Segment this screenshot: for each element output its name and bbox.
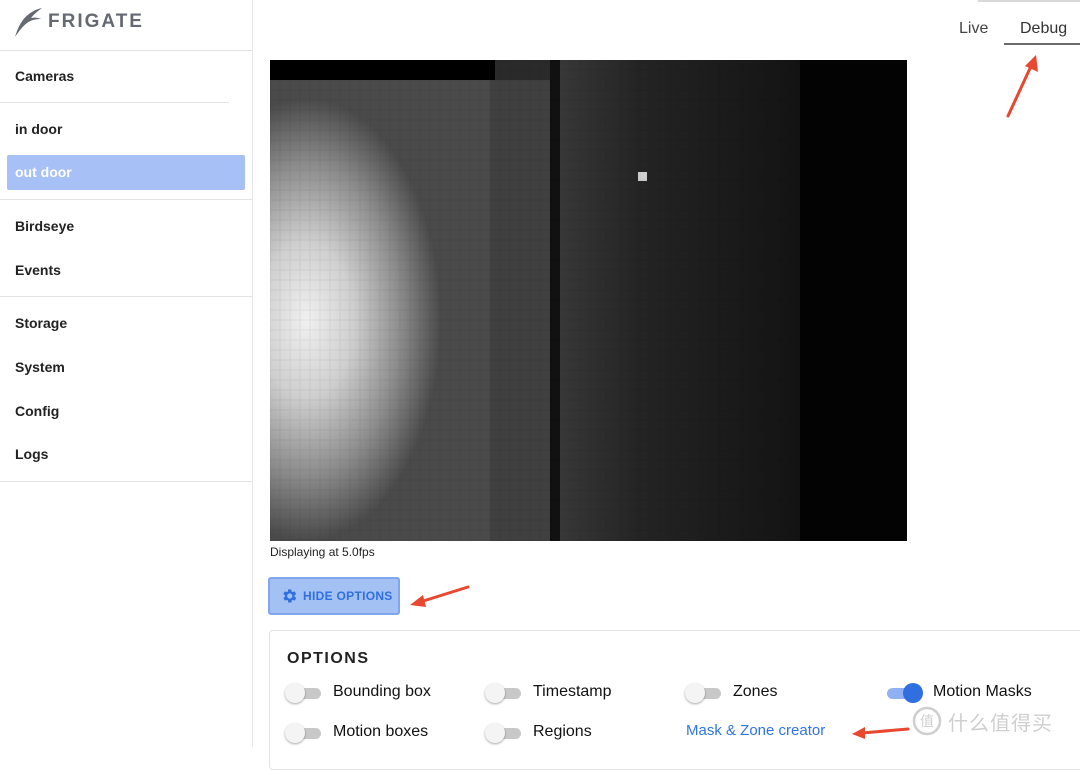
- annotation-arrow-icon: [410, 585, 470, 607]
- svg-text:值: 值: [920, 714, 934, 730]
- watermark-text: 什么值得买: [948, 712, 1053, 735]
- divider: [0, 481, 253, 482]
- toggle-motion-boxes[interactable]: Motion boxes: [285, 721, 428, 743]
- toggle-zones[interactable]: Zones: [685, 681, 777, 703]
- camera-debug-feed: [270, 60, 907, 541]
- divider: [0, 102, 229, 103]
- switch[interactable]: [485, 683, 521, 703]
- fps-readout: Displaying at 5.0fps: [270, 545, 375, 559]
- sidebar-item-system[interactable]: System: [0, 352, 253, 382]
- gear-icon: [283, 589, 297, 603]
- sidebar-item-in-door[interactable]: in door: [0, 114, 253, 144]
- sidebar-item-storage[interactable]: Storage: [0, 308, 253, 338]
- hide-options-label: HIDE OPTIONS: [303, 589, 393, 603]
- toggle-motion-masks[interactable]: Motion Masks: [885, 681, 1032, 703]
- switch[interactable]: [485, 723, 521, 743]
- toggle-regions[interactable]: Regions: [485, 721, 592, 743]
- tab-live[interactable]: Live: [959, 20, 988, 44]
- toggle-timestamp[interactable]: Timestamp: [485, 681, 612, 703]
- divider: [0, 50, 253, 51]
- sidebar: FRIGATE Cameras in door out door Birdsey…: [0, 0, 253, 747]
- switch[interactable]: [685, 683, 721, 703]
- hide-options-button[interactable]: HIDE OPTIONS: [268, 577, 400, 615]
- toggle-label: Motion boxes: [333, 723, 429, 740]
- divider: [0, 296, 253, 297]
- sidebar-item-birdseye[interactable]: Birdseye: [0, 211, 253, 241]
- toggle-bounding-box[interactable]: Bounding box: [285, 681, 431, 703]
- toggle-label: Bounding box: [333, 683, 431, 700]
- mask-zone-creator-link[interactable]: Mask & Zone creator: [686, 722, 825, 739]
- sidebar-item-out-door[interactable]: out door: [7, 155, 245, 190]
- brand-logo[interactable]: FRIGATE: [12, 4, 144, 40]
- sidebar-item-cameras[interactable]: Cameras: [0, 61, 253, 91]
- sidebar-item-events[interactable]: Events: [0, 255, 253, 285]
- toggle-label: Timestamp: [533, 683, 612, 700]
- switch[interactable]: [285, 683, 321, 703]
- tab-debug[interactable]: Debug: [1020, 20, 1067, 44]
- app-name: FRIGATE: [48, 11, 144, 32]
- switch[interactable]: [285, 723, 321, 743]
- watermark-logo-icon: 值: [912, 706, 942, 736]
- watermark: 值 什么值得买: [912, 706, 1053, 736]
- frigate-bird-icon: [15, 8, 42, 37]
- sidebar-item-config[interactable]: Config: [0, 396, 253, 426]
- window-edge: [978, 0, 1080, 2]
- toggle-label: Regions: [533, 723, 592, 740]
- options-heading: OPTIONS: [287, 650, 370, 667]
- sidebar-item-logs[interactable]: Logs: [0, 439, 253, 469]
- camera-image: [270, 60, 907, 541]
- toggle-label: Zones: [733, 683, 778, 700]
- toggle-label: Motion Masks: [933, 683, 1032, 700]
- switch[interactable]: [885, 683, 923, 703]
- annotation-arrow-icon: [1006, 55, 1038, 118]
- divider: [0, 199, 253, 200]
- tab-active-indicator: [1004, 43, 1080, 45]
